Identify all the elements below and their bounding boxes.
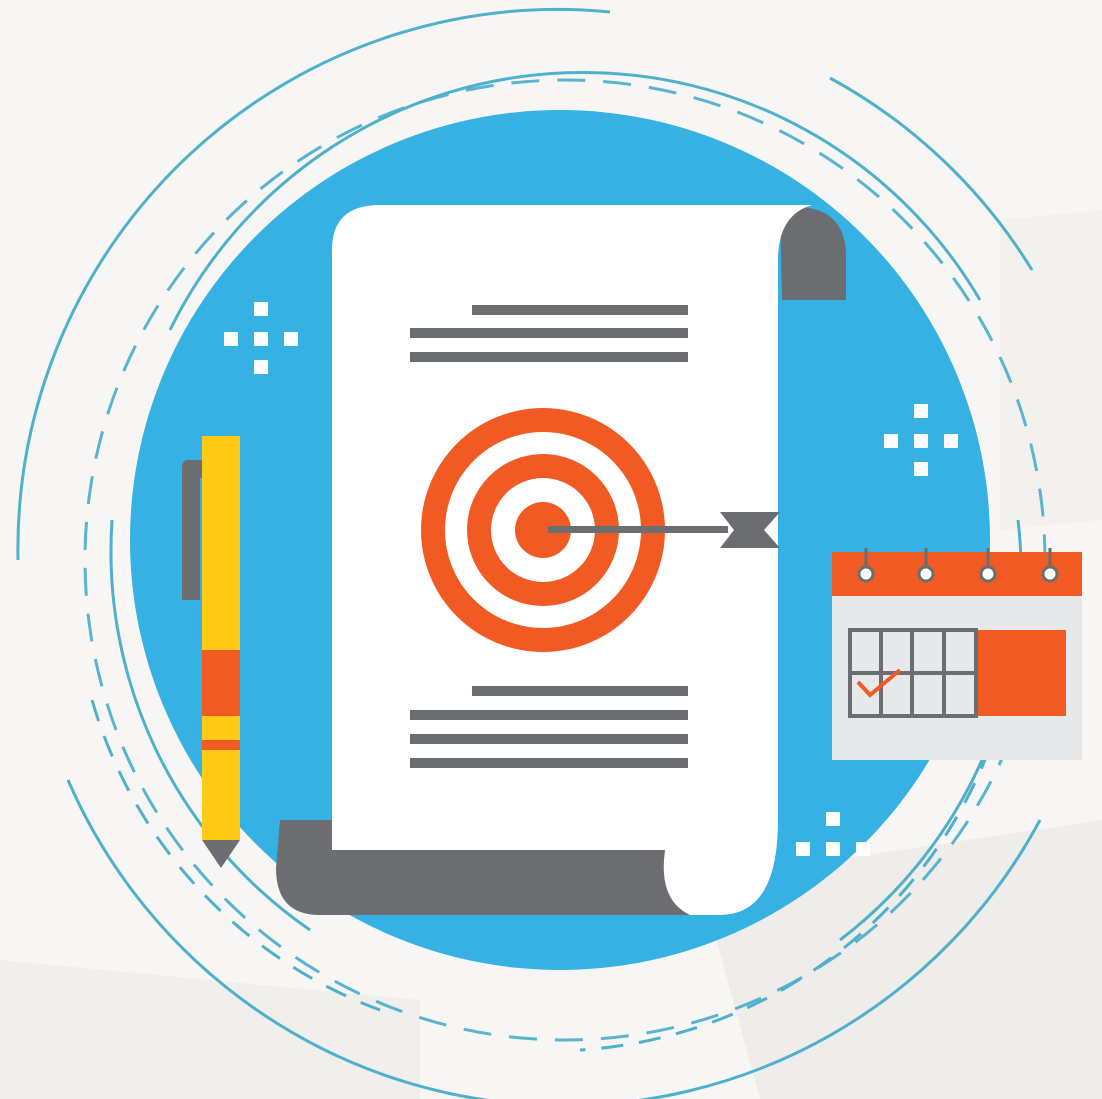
- illustration-scene: [0, 0, 1102, 1099]
- illustration-canvas: [0, 0, 1102, 1099]
- document-target-icon: [276, 205, 846, 915]
- calendar-icon: [832, 548, 1082, 760]
- calendar-highlight-block: [978, 630, 1066, 716]
